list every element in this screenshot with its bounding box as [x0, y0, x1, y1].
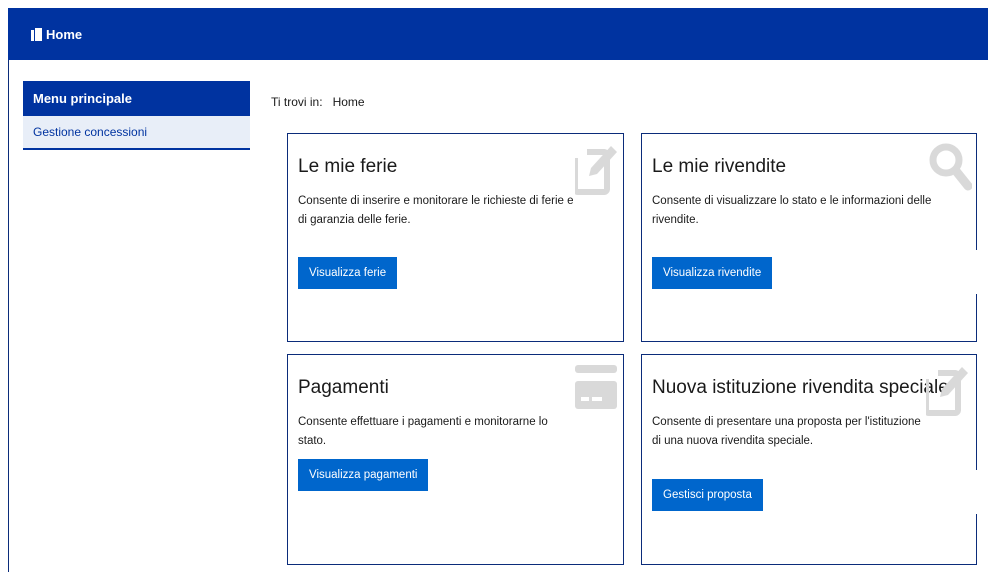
card-description: Consente di presentare una proposta per … [652, 416, 921, 447]
card-title: Pagamenti [298, 377, 389, 398]
header-title: Home [46, 26, 83, 42]
top-header-bar: Home [8, 8, 988, 60]
edge-mask [974, 470, 988, 514]
page-left-border [8, 60, 9, 572]
edit-icon [572, 142, 617, 201]
card-title: Nuova istituzione rivendita speciale [652, 377, 949, 398]
sidebar: Menu principale Gestione concessioni [23, 81, 250, 150]
card-description: Consente di visualizzare lo stato e le i… [652, 195, 932, 226]
document-icon [31, 27, 42, 41]
breadcrumb: Ti trovi in: Home [271, 95, 365, 109]
visualizza-ferie-button[interactable]: Visualizza ferie [298, 257, 398, 289]
credit-card-icon [575, 365, 617, 414]
visualizza-rivendite-button[interactable]: Visualizza rivendite [652, 257, 773, 289]
card-description: Consente effettuare i pagamenti e monito… [298, 416, 548, 447]
breadcrumb-prefix: Ti trovi in: [271, 95, 323, 109]
breadcrumb-current[interactable]: Home [333, 95, 365, 109]
home-link[interactable]: Home [31, 27, 82, 42]
gestisci-proposta-button[interactable]: Gestisci proposta [652, 479, 763, 511]
edge-mask [974, 250, 988, 294]
card-pagamenti: Pagamenti Consente effettuare i pagament… [287, 354, 624, 565]
card-le-mie-ferie: Le mie ferie Consente di inserire e moni… [287, 133, 624, 342]
card-le-mie-rivendite: Le mie rivendite Consente di visualizzar… [641, 133, 977, 342]
edit-icon [923, 363, 968, 422]
visualizza-pagamenti-button[interactable]: Visualizza pagamenti [298, 459, 429, 491]
card-description: Consente di inserire e monitorare le ric… [298, 195, 574, 226]
card-title: Le mie ferie [298, 156, 398, 177]
search-icon [928, 142, 973, 197]
sidebar-title: Menu principale [23, 81, 250, 116]
card-nuova-istituzione-rivendita-speciale: Nuova istituzione rivendita speciale Con… [641, 354, 977, 565]
sidebar-item-gestione-concessioni[interactable]: Gestione concessioni [23, 116, 250, 150]
card-title: Le mie rivendite [652, 156, 787, 177]
